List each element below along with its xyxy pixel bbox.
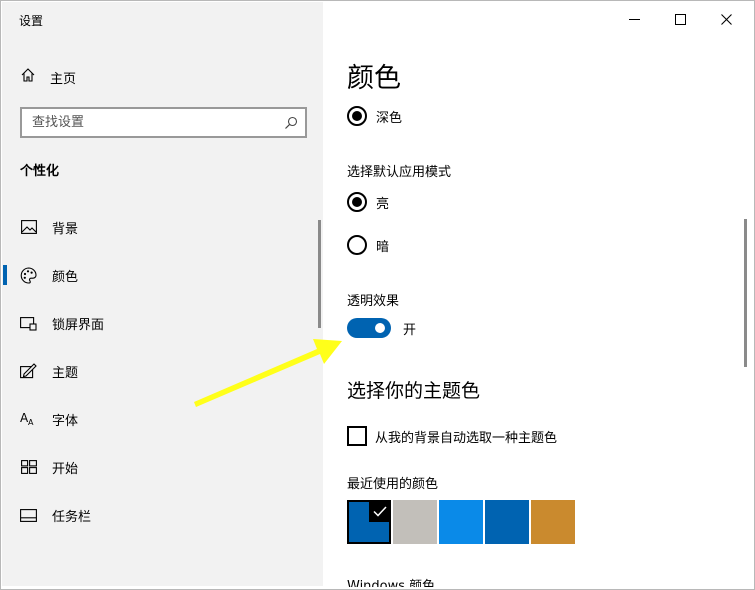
search-box[interactable]: [20, 107, 307, 138]
transparency-label: 透明效果: [347, 294, 400, 309]
app-mode-light-radio[interactable]: 亮: [347, 192, 389, 212]
auto-accent-checkbox[interactable]: [347, 426, 367, 446]
sidebar-home[interactable]: 主页: [20, 66, 76, 88]
sidebar-item-label: 任务栏: [52, 509, 92, 525]
search-input[interactable]: [32, 115, 272, 130]
search-icon[interactable]: [284, 115, 298, 134]
sidebar-item-label: 颜色: [52, 269, 79, 285]
picture-icon: [20, 219, 37, 236]
radio-button[interactable]: [347, 235, 367, 255]
svg-text:A: A: [28, 418, 34, 427]
transparency-toggle-row[interactable]: 开: [347, 318, 416, 338]
settings-window: 设置 主页 个性化 背景 颜色: [0, 0, 755, 590]
home-icon: [20, 67, 36, 87]
toggle-state-label: 开: [403, 322, 417, 338]
recent-colors-label: 最近使用的颜色: [347, 477, 439, 492]
lock-screen-icon: [20, 315, 37, 332]
sidebar-item-taskbar[interactable]: 任务栏: [2, 497, 318, 533]
minimize-icon: [628, 10, 640, 29]
radio-button[interactable]: [347, 192, 367, 212]
checkmark-icon: [369, 500, 391, 522]
color-swatch[interactable]: [439, 500, 483, 544]
main-scrollbar[interactable]: [744, 219, 747, 367]
palette-icon: [20, 266, 37, 284]
checkbox-label: 从我的背景自动选取一种主题色: [375, 430, 558, 446]
sidebar-item-label: 开始: [52, 461, 79, 477]
sidebar-home-label: 主页: [50, 71, 77, 87]
sidebar-item-colors[interactable]: 颜色: [2, 257, 318, 293]
recent-colors: [347, 500, 577, 544]
minimize-button[interactable]: [611, 7, 657, 31]
app-mode-dark-radio[interactable]: 暗: [347, 235, 389, 255]
toggle-knob: [375, 323, 385, 333]
sidebar-item-label: 背景: [52, 221, 79, 237]
color-swatch[interactable]: [485, 500, 529, 544]
color-swatch[interactable]: [531, 500, 575, 544]
close-button[interactable]: [703, 7, 749, 31]
radio-label: 暗: [376, 239, 390, 255]
transparency-toggle[interactable]: [347, 318, 391, 338]
start-icon: [20, 459, 37, 476]
windows-colors-label: Windows 颜色: [347, 579, 436, 587]
maximize-icon: [674, 10, 686, 29]
sidebar-item-lock-screen[interactable]: 锁屏界面: [2, 305, 318, 341]
radio-dot: [352, 111, 362, 121]
maximize-button[interactable]: [657, 7, 703, 31]
sidebar-scrollbar[interactable]: [318, 220, 321, 328]
sidebar: 设置 主页 个性化 背景 颜色: [2, 2, 323, 586]
taskbar-icon: [20, 507, 37, 524]
sidebar-item-themes[interactable]: 主题: [2, 353, 318, 389]
sidebar-item-label: 主题: [52, 365, 79, 381]
sidebar-item-background[interactable]: 背景: [2, 209, 318, 245]
theme-icon: [20, 363, 37, 380]
sidebar-item-fonts[interactable]: AA 字体: [2, 401, 318, 437]
sidebar-item-label: 字体: [52, 413, 79, 429]
sidebar-item-start[interactable]: 开始: [2, 449, 318, 485]
radio-label: 深色: [376, 110, 403, 126]
radio-button[interactable]: [347, 106, 367, 126]
close-icon: [720, 10, 732, 29]
color-swatch[interactable]: [393, 500, 437, 544]
active-indicator: [3, 265, 7, 285]
app-mode-label: 选择默认应用模式: [347, 165, 452, 180]
color-swatch[interactable]: [347, 500, 391, 544]
windows-mode-dark-radio[interactable]: 深色: [347, 106, 402, 126]
radio-label: 亮: [376, 196, 390, 212]
window-title: 设置: [19, 14, 44, 28]
sidebar-item-label: 锁屏界面: [52, 317, 105, 333]
auto-accent-checkbox-row[interactable]: 从我的背景自动选取一种主题色: [347, 426, 557, 446]
radio-dot: [352, 197, 362, 207]
section-title: 个性化: [20, 164, 60, 179]
accent-color-heading: 选择你的主题色: [347, 380, 481, 402]
page-title: 颜色: [347, 63, 401, 94]
font-icon: AA: [20, 411, 37, 428]
